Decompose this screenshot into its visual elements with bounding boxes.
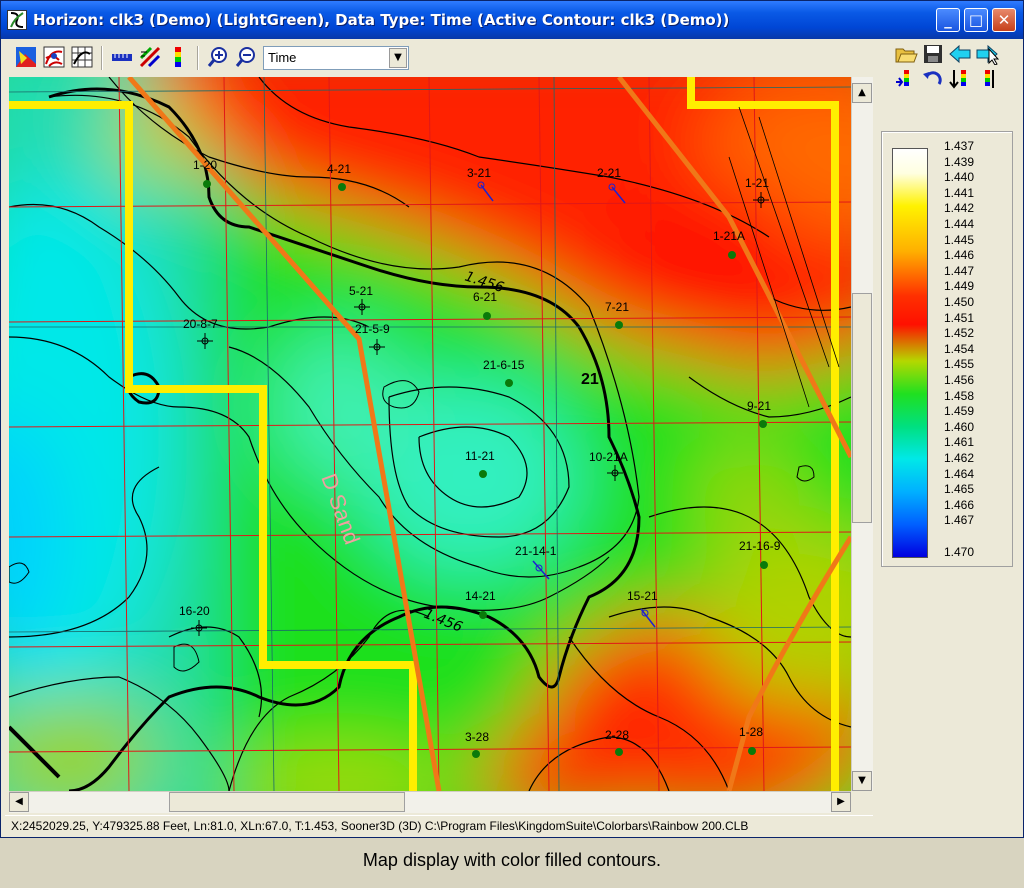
legend-value: 1.452	[944, 326, 975, 341]
legend-value: 1.456	[944, 373, 975, 387]
legend-value: 1.461	[944, 435, 975, 450]
open-folder-icon[interactable]	[894, 43, 920, 67]
well-label: 5-21	[349, 284, 373, 298]
legend-value: 1.450	[944, 295, 975, 309]
legend-value: 1.449	[944, 279, 975, 294]
legend-value: 1.444	[944, 217, 975, 231]
well-label: 14-21	[465, 589, 496, 603]
app-logo-icon	[7, 10, 27, 30]
well-label: 21-5-9	[355, 322, 390, 336]
zoom-out-icon[interactable]	[235, 46, 257, 68]
well-label: 4-21	[327, 162, 351, 176]
legend-value: 1.455	[944, 357, 975, 372]
sort-icon[interactable]	[948, 68, 974, 92]
legend-value: 1.451	[944, 310, 975, 325]
color-scale-icon[interactable]	[139, 46, 161, 68]
map-toolbar: Time ▼	[9, 43, 429, 73]
well-label: 3-21	[467, 166, 491, 180]
well-label: 1-28	[739, 725, 763, 739]
well-label: 9-21	[747, 399, 771, 413]
colorbar-gradient	[892, 148, 928, 558]
save-icon[interactable]	[921, 43, 947, 67]
legend-value: 1.470	[944, 545, 975, 559]
legend-value: 1.462	[944, 451, 975, 465]
data-type-select[interactable]: Time ▼	[263, 46, 409, 70]
grid-display-icon[interactable]	[71, 46, 93, 68]
scroll-up-button[interactable]: ▲	[852, 83, 872, 103]
title-bar[interactable]: Horizon: clk3 (Demo) (LightGreen), Data …	[1, 1, 1023, 39]
scroll-left-button[interactable]: ◀	[9, 792, 29, 812]
vertical-scroll-thumb[interactable]	[852, 293, 872, 523]
legend-value: 1.446	[944, 248, 975, 263]
well-label: 3-28	[465, 730, 489, 744]
well-label: 21-14-1	[515, 544, 557, 558]
colorbar-settings-icon[interactable]	[975, 68, 1001, 92]
horizontal-scrollbar[interactable]: ◀ ▶	[9, 791, 851, 813]
well-label: 15-21	[627, 589, 658, 603]
undo-icon[interactable]	[921, 68, 947, 92]
toolbar-separator	[101, 46, 103, 70]
colorbar-icon[interactable]	[167, 46, 189, 68]
maximize-button[interactable]: □	[964, 8, 988, 32]
well-label: 16-20	[179, 604, 210, 618]
contour-map-icon[interactable]	[43, 46, 65, 68]
well-label: 20-8-7	[183, 317, 218, 331]
well-label: 1-21	[745, 176, 769, 190]
legend-value: 1.464	[944, 466, 975, 481]
legend-value: 1.467	[944, 513, 975, 528]
legend-value-list: 1.437 1.439 1.440 1.441 1.442 1.444 1.445 1.446…	[944, 136, 1008, 566]
zoom-in-icon[interactable]	[207, 46, 229, 68]
toolbar-separator	[197, 46, 199, 70]
minimize-button[interactable]: _	[936, 8, 960, 32]
well-label: 21-6-15	[483, 358, 525, 372]
horizontal-scroll-thumb[interactable]	[169, 792, 405, 812]
chevron-down-icon[interactable]: ▼	[389, 48, 407, 68]
ruler-icon[interactable]	[111, 46, 133, 68]
legend-value: 1.458	[944, 388, 975, 403]
legend-value: 1.465	[944, 482, 975, 497]
figure-caption: Map display with color filled contours.	[362, 850, 662, 870]
legend-value: 1.466	[944, 497, 975, 512]
legend-value: 1.460	[944, 419, 975, 434]
legend-value: 1.439	[944, 154, 975, 169]
color-fill-icon[interactable]	[15, 46, 37, 68]
legend-value: 1.442	[944, 201, 975, 216]
color-edit-icon[interactable]	[894, 68, 920, 92]
scroll-right-button[interactable]: ▶	[831, 792, 851, 812]
app-window: Horizon: clk3 (Demo) (LightGreen), Data …	[0, 0, 1024, 838]
well-label: 1-20	[193, 158, 217, 172]
legend-value: 1.459	[944, 404, 975, 419]
section-label: 21	[581, 371, 599, 388]
legend-value: 1.437	[944, 139, 975, 153]
scroll-down-button[interactable]: ▼	[852, 771, 872, 791]
legend-value: 1.440	[944, 170, 975, 185]
well-label: 2-28	[605, 728, 629, 742]
well-label: 11-21	[465, 449, 495, 463]
well-label: 7-21	[605, 300, 629, 314]
legend-value: 1.454	[944, 341, 975, 356]
legend-value: 1.441	[944, 185, 975, 200]
well-label: 21-16-9	[739, 539, 781, 553]
status-bar: X:2452029.25, Y:479325.88 Feet, Ln:81.0,…	[5, 815, 873, 835]
well-label: 2-21	[597, 166, 621, 180]
contour-map[interactable]: 1-20 4-21 3-21 2-21 1-21 1-21A 5-21 6-21…	[9, 77, 851, 791]
well-label: 1-21A	[713, 229, 745, 243]
color-legend: 1.437 1.439 1.440 1.441 1.442 1.444 1.445 1.446…	[881, 131, 1013, 567]
data-type-value: Time	[268, 50, 297, 65]
map-canvas[interactable]: 1-20 4-21 3-21 2-21 1-21 1-21A 5-21 6-21…	[9, 77, 851, 791]
legend-value: 1.445	[944, 232, 975, 247]
vertical-scrollbar[interactable]: ▲ ▼	[851, 77, 873, 791]
window-title: Horizon: clk3 (Demo) (LightGreen), Data …	[33, 11, 730, 29]
close-button[interactable]: ✕	[992, 8, 1016, 32]
back-arrow-icon[interactable]	[948, 43, 974, 67]
legend-value: 1.447	[944, 263, 975, 278]
well-label: 10-21A	[589, 450, 628, 464]
forward-arrow-icon[interactable]	[975, 43, 1001, 67]
